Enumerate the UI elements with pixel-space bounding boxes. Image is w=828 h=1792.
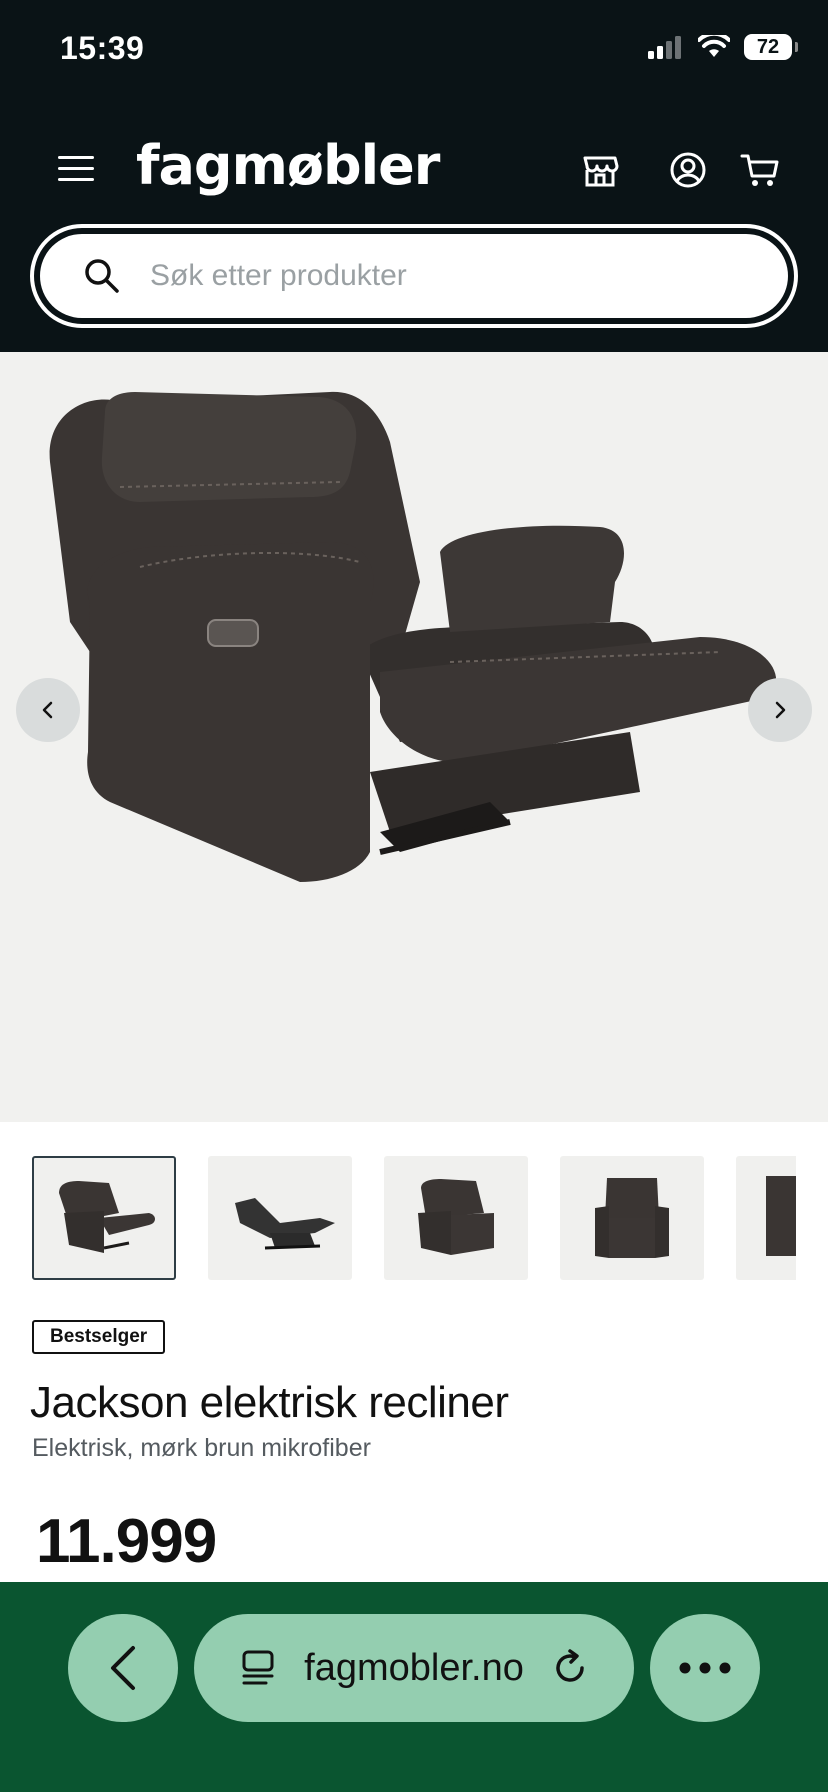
recliner-front-thumbnail-image	[595, 1178, 669, 1258]
cart-icon[interactable]	[740, 150, 780, 190]
search-box[interactable]	[40, 234, 788, 318]
prev-image-button[interactable]	[16, 678, 80, 742]
status-indicators: 72	[648, 34, 798, 60]
thumbnail-5[interactable]	[736, 1156, 796, 1280]
cellular-signal-icon	[648, 36, 681, 59]
site-logo[interactable]: fagmøbler	[136, 134, 440, 197]
product-subtitle: Elektrisk, mørk brun mikrofiber	[32, 1434, 371, 1462]
product-main-image[interactable]	[0, 352, 828, 1122]
wifi-icon	[698, 35, 730, 57]
thumbnail-3[interactable]	[384, 1156, 528, 1280]
bestseller-badge: Bestselger	[32, 1320, 166, 1354]
more-options-icon	[679, 1662, 731, 1674]
chevron-left-icon	[111, 1646, 135, 1690]
thumbnail-4[interactable]	[560, 1156, 704, 1280]
thumbnail-1[interactable]	[32, 1156, 176, 1280]
battery-indicator: 72	[744, 34, 798, 60]
browser-more-button[interactable]	[650, 1614, 760, 1722]
next-image-button[interactable]	[748, 678, 812, 742]
status-time: 15:39	[60, 30, 145, 66]
browser-address-bar[interactable]: fagmobler.no	[194, 1614, 634, 1722]
chevron-right-icon	[775, 701, 786, 719]
chevron-left-icon	[42, 701, 53, 719]
recliner-partial-thumbnail-image	[766, 1176, 796, 1256]
reload-icon[interactable]	[550, 1648, 590, 1688]
menu-icon[interactable]	[58, 156, 94, 184]
recliner-thumbnail-image	[59, 1181, 155, 1253]
site-header: 15:39 72 fagmøbler	[0, 0, 828, 352]
browser-url[interactable]: fagmobler.no	[304, 1647, 524, 1690]
recliner-upright-thumbnail-image	[418, 1179, 494, 1255]
thumbnail-strip	[32, 1156, 796, 1280]
product-title: Jackson elektrisk recliner	[30, 1378, 509, 1427]
tab-overview-icon[interactable]	[238, 1648, 278, 1688]
product-price: 11.999	[36, 1507, 217, 1576]
search-input[interactable]	[150, 259, 710, 293]
search-bar	[30, 224, 798, 328]
account-icon[interactable]	[668, 150, 708, 190]
recliner-chair-image	[49, 391, 777, 882]
browser-back-button[interactable]	[68, 1614, 178, 1722]
recliner-side-thumbnail-image	[235, 1198, 335, 1250]
browser-toolbar: fagmobler.no	[0, 1582, 828, 1792]
store-icon[interactable]	[580, 150, 620, 190]
thumbnail-2[interactable]	[208, 1156, 352, 1280]
search-icon[interactable]	[84, 258, 120, 294]
